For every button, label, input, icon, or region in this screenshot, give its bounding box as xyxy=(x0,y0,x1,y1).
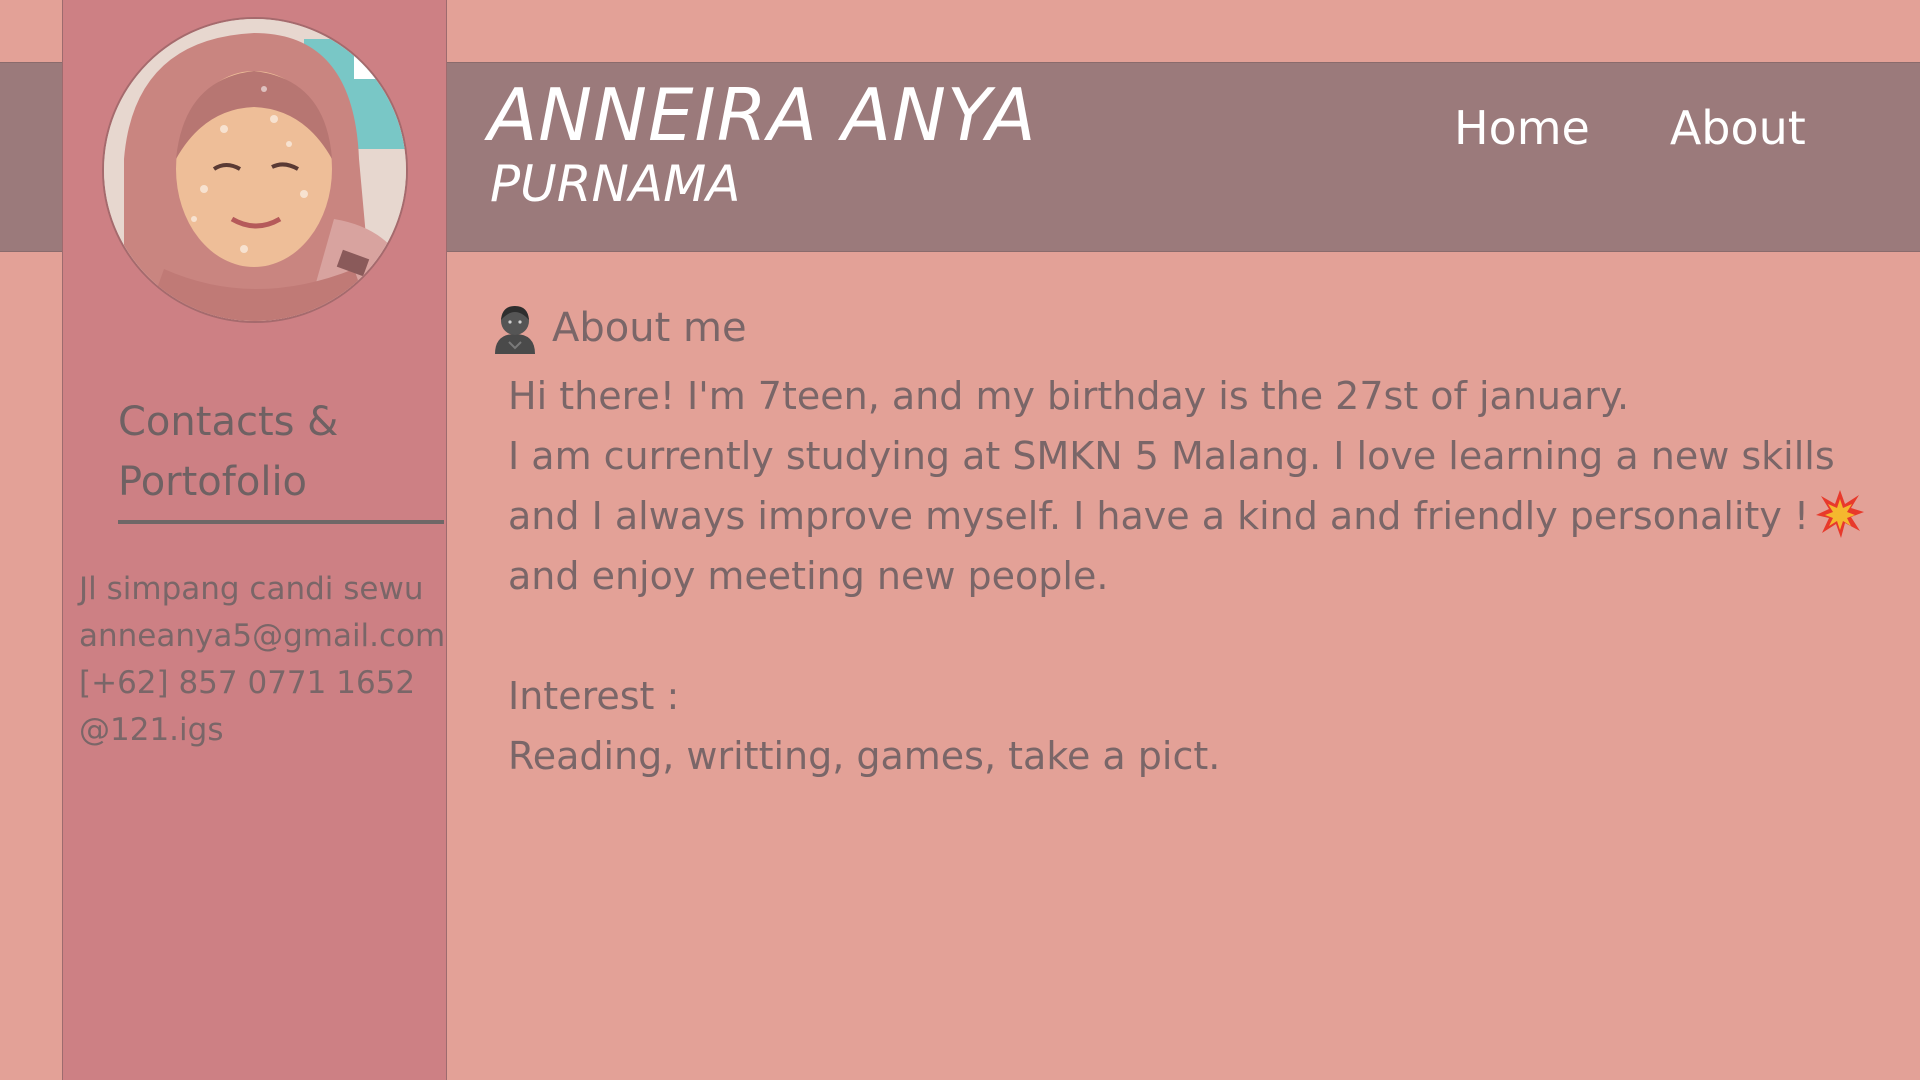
contact-instagram: @121.igs xyxy=(79,712,224,748)
contact-phone: [+62] 857 0771 1652 xyxy=(79,665,416,701)
contact-email: anneanya5@gmail.com xyxy=(79,618,446,654)
nav-home-link[interactable]: Home xyxy=(1454,98,1590,158)
contacts-title-line2: Portofolio xyxy=(118,459,308,505)
page: Contacts & Portofolio Jl simpang candi s… xyxy=(0,0,1920,1080)
contact-address: Jl simpang candi sewu xyxy=(79,571,424,607)
contacts-title: Contacts & Portofolio xyxy=(118,392,448,512)
avatar xyxy=(102,17,408,323)
contact-list: Jl simpang candi sewu anneanya5@gmail.co… xyxy=(79,566,446,754)
section-title: About me xyxy=(552,305,747,351)
about-line-4: and enjoy meeting new people. xyxy=(508,554,1109,598)
about-heading: About me xyxy=(492,298,747,358)
about-line-1: Hi there! I'm 7teen, and my birthday is … xyxy=(508,374,1630,418)
interest-label: Interest : xyxy=(508,674,680,718)
sidebar: Contacts & Portofolio Jl simpang candi s… xyxy=(62,0,447,1080)
nav-about-link[interactable]: About xyxy=(1670,98,1806,158)
interest-value: Reading, writting, games, take a pict. xyxy=(508,734,1221,778)
contacts-divider xyxy=(118,520,444,524)
person-icon xyxy=(495,306,535,354)
main-nav: Home About xyxy=(1454,98,1806,158)
about-line-3: and I always improve myself. I have a ki… xyxy=(508,494,1810,538)
title-name-line2: PURNAMA xyxy=(490,155,741,213)
contacts-title-line1: Contacts & xyxy=(118,399,339,445)
about-line-2: I am currently studying at SMKN 5 Malang… xyxy=(508,434,1835,478)
site-title: ANNEIRA ANYA PURNAMA xyxy=(488,74,1037,212)
profile-photo xyxy=(104,19,406,321)
about-line-3-wrap: and I always improve myself. I have a ki… xyxy=(508,486,1920,546)
about-body: Hi there! I'm 7teen, and my birthday is … xyxy=(508,366,1920,786)
title-name-line1: ANNEIRA ANYA xyxy=(488,73,1037,157)
collision-icon xyxy=(1816,490,1865,538)
